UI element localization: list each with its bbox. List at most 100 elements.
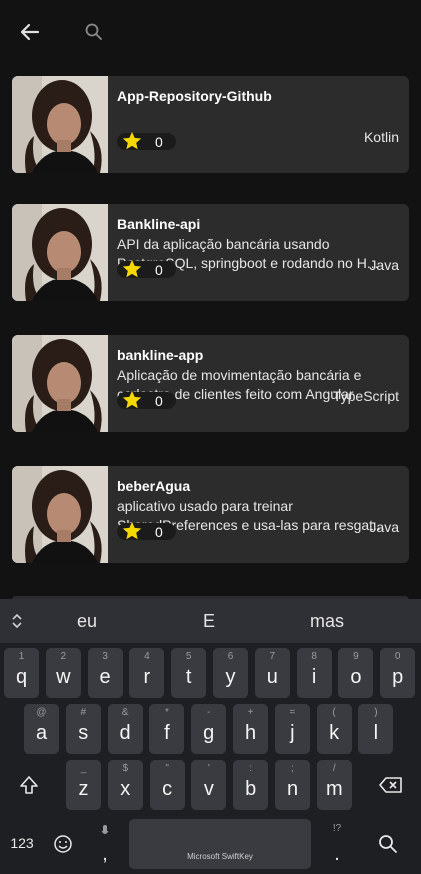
space-key[interactable]: Microsoft SwiftKey <box>129 819 311 869</box>
repository-card[interactable]: Bankline-api API da aplicação bancária us… <box>12 204 409 301</box>
repository-name: beberAgua <box>117 478 191 494</box>
key-h[interactable]: + h <box>233 704 268 754</box>
star-count-badge: 0 <box>117 389 176 411</box>
star-count-badge: 0 <box>117 259 176 278</box>
key-letter: b <box>245 778 257 800</box>
key-t[interactable]: 5t <box>171 648 207 698</box>
key-q[interactable]: 1q <box>4 648 39 698</box>
key-g[interactable]: -g <box>191 704 227 754</box>
emoji-icon <box>54 835 72 853</box>
key-letter: k <box>329 722 340 744</box>
key-p[interactable]: 0p <box>380 648 416 698</box>
arrow-back-icon[interactable] <box>18 20 42 44</box>
key-letter: g <box>203 722 215 744</box>
key-hint: : <box>249 763 253 774</box>
description-line: aplicativo usado para treinar <box>117 498 293 514</box>
description-line: Aplicação de movimentação bancária e <box>117 367 362 383</box>
suggestion-3[interactable]: mas <box>310 611 344 632</box>
period-key[interactable]: !? . <box>320 819 354 869</box>
key-hint: = <box>289 707 296 718</box>
description-line: API da aplicação bancária usando <box>117 236 330 252</box>
owner-avatar <box>12 76 108 173</box>
key-letter: m <box>325 778 343 800</box>
key-letter: z <box>78 778 89 800</box>
key-l[interactable]: ) l <box>358 704 394 754</box>
star-icon <box>121 520 143 542</box>
shift-icon <box>20 776 38 794</box>
key-i[interactable]: 8i <box>296 648 332 698</box>
key-hint: 4 <box>144 651 150 662</box>
star-icon <box>121 389 143 411</box>
suggestion-2[interactable]: E <box>203 611 215 632</box>
key-s[interactable]: # s <box>65 704 101 754</box>
numbers-key[interactable]: 123 <box>4 819 40 869</box>
key-hint: 3 <box>102 651 108 662</box>
key-b[interactable]: :b <box>233 760 269 810</box>
key-o[interactable]: 9o <box>338 648 374 698</box>
key-y[interactable]: 6y <box>213 648 248 698</box>
key-u[interactable]: 7u <box>254 648 290 698</box>
key-v[interactable]: ' v <box>191 760 227 810</box>
suggestion-bar: eu E mas <box>0 599 421 643</box>
key-letter: t <box>185 666 192 688</box>
key-d[interactable]: & d <box>107 704 143 754</box>
key-hint: 9 <box>353 651 359 662</box>
key-letter: l <box>373 722 379 744</box>
key-hint: 8 <box>311 651 317 662</box>
key-hint: 0 <box>394 651 401 662</box>
repository-card[interactable]: beberAgua aplicativo usado para treinar Sh… <box>12 466 409 563</box>
star-count-badge: 0 <box>117 520 176 542</box>
repository-language: TypeScript <box>332 388 399 404</box>
expand-icon[interactable] <box>10 612 24 630</box>
repository-language: Java <box>369 257 399 273</box>
key-hint: 2 <box>60 651 67 662</box>
key-letter: w <box>56 666 71 688</box>
key-letter: y <box>225 666 236 688</box>
key-x[interactable]: $ x <box>107 760 143 810</box>
emoji-key[interactable] <box>48 819 78 869</box>
key-f[interactable]: * f <box>149 704 185 754</box>
key-letter: s <box>78 722 89 744</box>
repository-name: bankline-app <box>117 347 204 363</box>
key-hint: ( <box>332 707 336 718</box>
repository-card[interactable]: App-Repository-Github 0 Kotlin <box>12 76 409 173</box>
key-letter: v <box>203 778 214 800</box>
key-hint: 5 <box>185 651 192 662</box>
top-bar <box>0 0 421 64</box>
key-m[interactable]: / m <box>316 760 352 810</box>
key-hint: $ <box>122 763 129 774</box>
key-hint: ) <box>374 707 378 718</box>
key-hint: & <box>121 707 129 718</box>
key-k[interactable]: (k <box>316 704 352 754</box>
repository-list: App-Repository-Github 0 Kotlin Bankline-api… <box>0 0 421 600</box>
comma-key[interactable]: , <box>88 819 122 869</box>
key-letter: d <box>119 722 131 744</box>
repository-language: Kotlin <box>363 129 399 145</box>
shift-key[interactable] <box>8 760 52 810</box>
key-c[interactable]: " c <box>149 760 185 810</box>
search-key[interactable] <box>370 819 406 869</box>
key-letter: x <box>120 778 131 800</box>
key-z[interactable]: _ z <box>66 760 101 810</box>
backspace-key[interactable] <box>369 760 413 810</box>
suggestion-1[interactable]: eu <box>77 611 97 632</box>
repository-card[interactable]: bankline-app Aplicação de movimentação ba… <box>12 335 409 432</box>
key-a[interactable]: @ a <box>24 704 59 754</box>
key-letter: o <box>350 666 362 688</box>
star-icon <box>121 130 143 152</box>
key-letter: u <box>266 666 278 688</box>
key-j[interactable]: = j <box>274 704 310 754</box>
key-e[interactable]: 3e <box>87 648 123 698</box>
owner-avatar <box>12 335 108 432</box>
key-w[interactable]: 2w <box>45 648 81 698</box>
key-n[interactable]: ; n <box>275 760 310 810</box>
key-letter: r <box>143 666 151 688</box>
key-hint: 1 <box>18 651 25 662</box>
key-letter: a <box>35 722 48 744</box>
key-hint: _ <box>80 763 87 774</box>
key-letter: i <box>311 666 317 688</box>
key-r[interactable]: 4r <box>129 648 165 698</box>
search-icon[interactable] <box>84 22 104 42</box>
key-letter: p <box>392 666 404 688</box>
mic-icon <box>101 825 109 834</box>
